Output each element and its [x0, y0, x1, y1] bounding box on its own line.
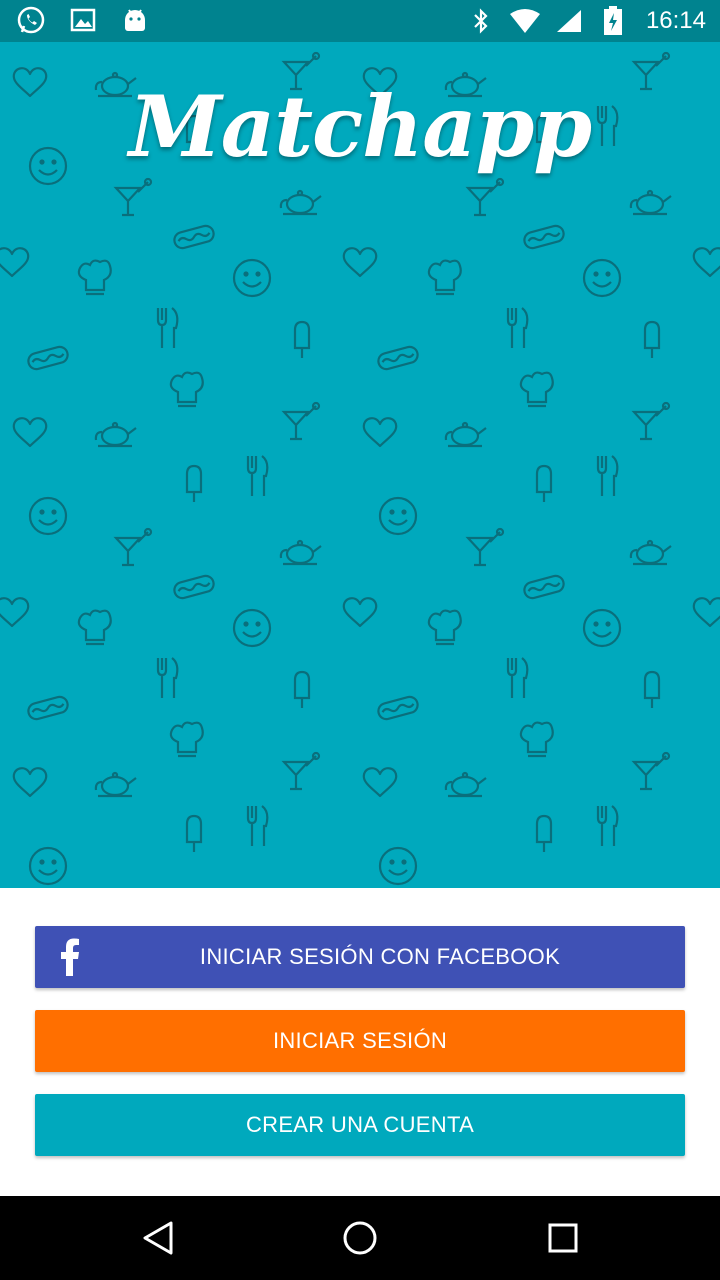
pattern-tile-a	[0, 51, 720, 886]
battery-charging-icon	[596, 6, 630, 36]
create-account-label: CREAR UNA CUENTA	[245, 1112, 475, 1137]
facebook-icon	[59, 938, 81, 976]
login-label: INICIAR SESIÓN	[272, 1028, 448, 1053]
bluetooth-icon	[464, 6, 498, 36]
wifi-icon	[508, 6, 542, 36]
status-bar: 16:14	[0, 0, 720, 42]
facebook-login-label: INICIAR SESIÓN CON FACEBOOK	[199, 944, 561, 969]
hero-background: Matchapp	[0, 42, 720, 888]
whatsapp-icon	[14, 5, 48, 35]
android-icon	[118, 5, 152, 35]
login-button[interactable]: INICIAR SESIÓN	[35, 1010, 685, 1072]
status-time: 16:14	[645, 7, 706, 34]
signal-icon	[552, 6, 586, 36]
facebook-login-button[interactable]: INICIAR SESIÓN CON FACEBOOK	[35, 926, 685, 988]
image-icon	[66, 5, 100, 35]
back-icon[interactable]	[136, 1216, 180, 1260]
navigation-bar	[0, 1196, 720, 1280]
home-icon[interactable]	[338, 1216, 382, 1260]
create-account-button[interactable]: CREAR UNA CUENTA	[35, 1094, 685, 1156]
auth-panel: INICIAR SESIÓN CON FACEBOOK INICIAR SESI…	[0, 888, 720, 1196]
app-logo: Matchapp	[128, 77, 592, 176]
recents-icon[interactable]	[541, 1216, 585, 1260]
